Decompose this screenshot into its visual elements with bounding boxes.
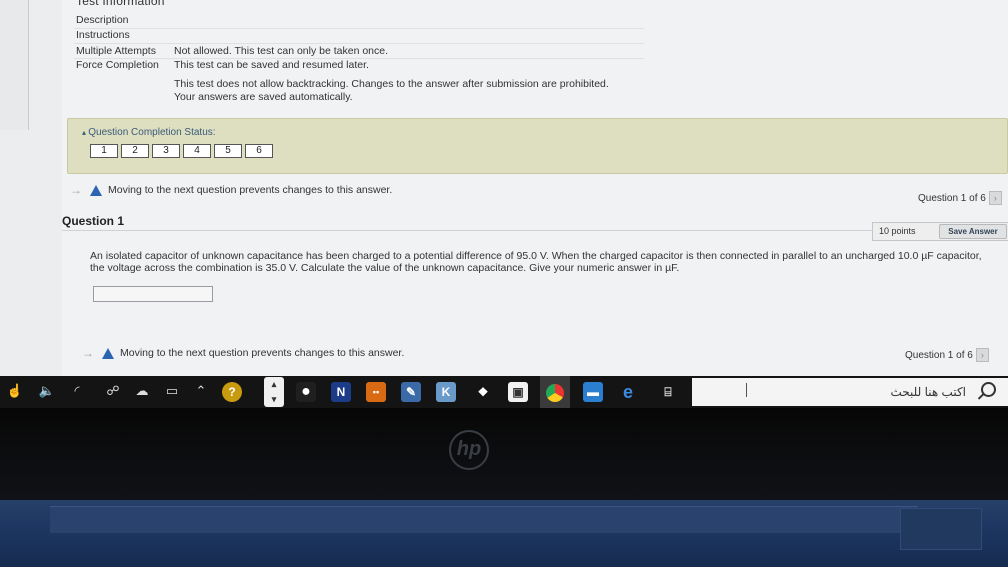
dropbox-icon[interactable]: ❖ [473,382,493,402]
info-label: Force Completion [76,59,159,71]
warning-bottom: → Moving to the next question prevents c… [82,346,404,360]
info-value: This test does not allow backtracking. C… [174,78,609,90]
info-label: Instructions [76,29,130,41]
info-label: Description [76,14,129,26]
n-app-icon[interactable]: N [331,382,351,402]
question-counter-text: Question 1 of 6 [918,192,986,204]
info-value: This test can be saved and resumed later… [174,59,369,71]
info-label: Multiple Attempts [76,45,156,57]
media-icon[interactable]: ▪▪ [366,382,386,402]
next-question-icon[interactable]: › [988,191,1002,205]
status-cell-5[interactable]: 5 [214,144,242,158]
status-cell-2[interactable]: 2 [121,144,149,158]
taskbar-search[interactable]: اكتب هنا للبحث [692,378,1008,406]
k-app-icon[interactable]: K [436,382,456,402]
calculator-icon[interactable]: ⌸ [658,382,678,402]
divider [74,28,644,29]
left-panel [0,0,29,130]
test-page: Test Information Description Instruction… [62,0,1008,376]
hp-logo: hp [449,430,489,470]
divider [74,43,644,44]
warning-text: Moving to the next question prevents cha… [120,347,405,359]
hinge-bar [50,506,918,533]
hand-pointer-icon[interactable]: ☝ [6,383,24,399]
search-icon [981,382,996,397]
arrow-right-icon: → [70,183,82,197]
warning-icon [102,347,114,359]
store-icon[interactable]: ▣ [508,382,528,402]
divider [62,230,1008,231]
question-counter-bottom: Question 1 of 6 › [905,348,989,362]
scroll-updown-icon[interactable]: ▴ ▾ [264,377,284,407]
warning-icon [90,184,102,196]
taskbar: ☝ 🔈 ◜ ☍ ☁ ▭ ⌃ ? ▴ ▾ ● N ▪▪ ✎ K ❖ ▣ ▬ e ⌸ … [0,376,1008,408]
question-title: Question 1 [62,214,125,228]
chrome-tab[interactable] [540,376,570,408]
test-info-title: Test Information [76,0,165,8]
status-cell-3[interactable]: 3 [152,144,180,158]
screen: Test Information Description Instruction… [0,0,1008,376]
status-cell-4[interactable]: 4 [183,144,211,158]
chrome-icon [546,383,564,402]
cloud-icon[interactable]: ☁ [133,383,151,399]
chevron-up-icon[interactable]: ⌃ [192,383,210,399]
status-title-text: Question Completion Status: [88,127,216,138]
arrow-right-icon: → [82,346,94,360]
ie-icon[interactable]: e [618,382,638,402]
status-cells: 1 2 3 4 5 6 [90,144,276,158]
record-icon[interactable]: ● [296,382,316,402]
next-question-icon[interactable]: › [975,348,989,362]
hinge-right [900,508,982,550]
status-cell-6[interactable]: 6 [245,144,273,158]
wifi-icon[interactable]: ◜ [68,383,86,399]
question-counter-text: Question 1 of 6 [905,349,973,361]
status-title[interactable]: ▴ Question Completion Status: [82,127,216,138]
text-cursor [746,383,747,397]
paint-icon[interactable]: ✎ [401,382,421,402]
question-text: An isolated capacitor of unknown capacit… [90,250,982,274]
info-value: Your answers are saved automatically. [174,91,353,103]
points-bar: 10 points Save Answer [872,222,1008,241]
answer-input[interactable] [93,286,213,302]
files-icon[interactable]: ▬ [583,382,603,402]
warning-top: → Moving to the next question prevents c… [70,183,392,197]
laptop-bezel [0,408,1008,508]
info-value: Not allowed. This test can only be taken… [174,45,389,57]
question-counter-top: Question 1 of 6 › [918,191,1002,205]
volume-icon[interactable]: 🔈 [38,383,56,399]
battery-icon[interactable]: ▭ [163,383,181,399]
question-completion-status: ▴ Question Completion Status: 1 2 3 4 5 … [67,118,1008,174]
save-answer-button[interactable]: Save Answer [939,224,1007,239]
warning-text: Moving to the next question prevents cha… [108,184,393,196]
search-placeholder: اكتب هنا للبحث [890,385,966,399]
help-icon[interactable]: ? [222,382,242,402]
status-cell-1[interactable]: 1 [90,144,118,158]
points-label: 10 points [879,226,916,236]
network-icon[interactable]: ☍ [104,383,122,399]
